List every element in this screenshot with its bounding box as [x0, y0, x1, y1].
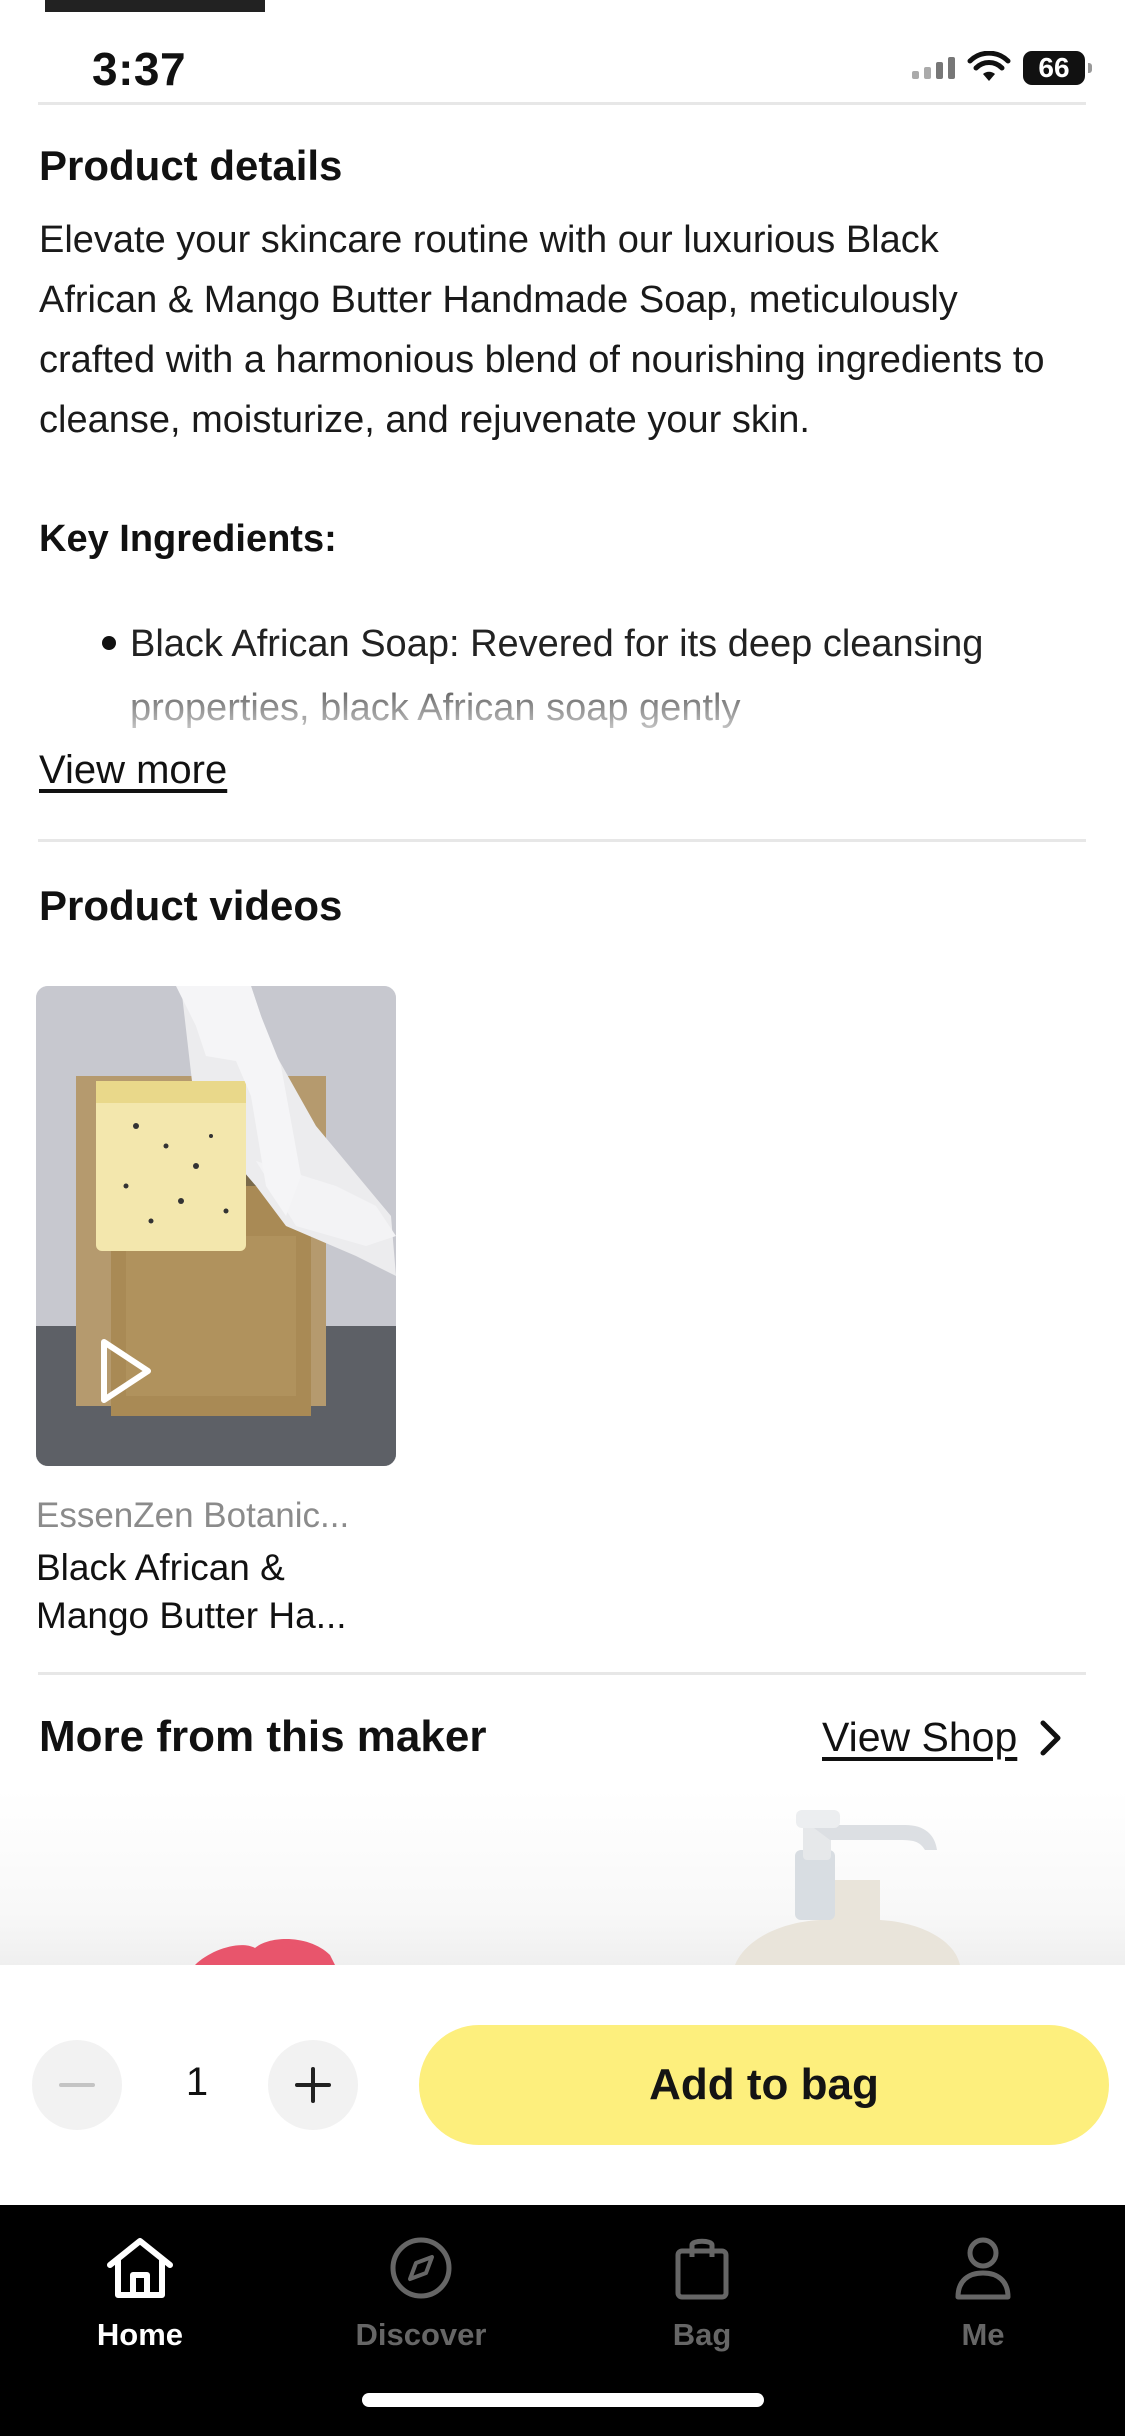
video-shop-name[interactable]: EssenZen Botanic... — [36, 1496, 406, 1536]
chevron-right-icon — [1040, 1720, 1061, 1755]
view-shop-link[interactable]: View Shop — [822, 1714, 1063, 1761]
video-thumbnail[interactable] — [36, 986, 396, 1466]
divider — [38, 839, 1086, 842]
add-to-bag-button[interactable]: Add to bag — [419, 2025, 1109, 2145]
status-time: 3:37 — [92, 43, 187, 95]
key-ingredients-label: Key Ingredients: — [39, 518, 337, 560]
decrease-quantity-button[interactable] — [32, 2040, 122, 2130]
divider — [38, 1672, 1086, 1675]
home-icon — [107, 2238, 173, 2298]
tab-discover[interactable]: Discover — [321, 2235, 521, 2353]
cellular-signal-icon — [912, 57, 955, 79]
product-videos-heading: Product videos — [39, 882, 343, 929]
tab-label: Home — [96, 2317, 184, 2352]
soap-video-frame — [36, 986, 396, 1466]
quantity-value: 1 — [185, 2060, 209, 2104]
product-preview-images — [195, 1810, 960, 1965]
compass-icon — [390, 2237, 452, 2299]
wifi-icon — [967, 51, 1011, 81]
product-description: Elevate your skincare routine with our l… — [39, 219, 1045, 441]
tab-label: Discover — [355, 2317, 487, 2352]
status-icons: 66 — [912, 48, 1092, 88]
increase-quantity-button[interactable] — [268, 2040, 358, 2130]
home-indicator[interactable] — [362, 2393, 764, 2407]
maker-products-carousel[interactable] — [0, 1790, 1125, 1965]
tab-me[interactable]: Me — [883, 2235, 1083, 2353]
play-icon[interactable] — [96, 1336, 156, 1406]
more-from-maker-heading: More from this maker — [39, 1712, 487, 1761]
tab-label: Bag — [672, 2317, 732, 2352]
text-fade-overlay — [0, 680, 1125, 740]
tab-home[interactable]: Home — [40, 2235, 240, 2353]
screen-top-strip — [45, 0, 265, 12]
tab-bag[interactable]: Bag — [602, 2235, 802, 2353]
divider — [38, 102, 1086, 105]
tab-label: Me — [961, 2317, 1005, 2352]
view-shop-label[interactable]: View Shop — [822, 1714, 1017, 1761]
video-title[interactable]: Black African & Mango Butter Ha... — [36, 1544, 406, 1640]
person-icon — [955, 2237, 1011, 2300]
plus-icon — [295, 2067, 331, 2103]
bag-icon — [675, 2238, 729, 2300]
product-details-heading: Product details — [39, 142, 343, 189]
bullet-icon — [102, 636, 116, 650]
view-more-link[interactable]: View more — [39, 748, 227, 793]
battery-icon: 66 — [1023, 51, 1092, 85]
minus-icon — [59, 2083, 95, 2087]
